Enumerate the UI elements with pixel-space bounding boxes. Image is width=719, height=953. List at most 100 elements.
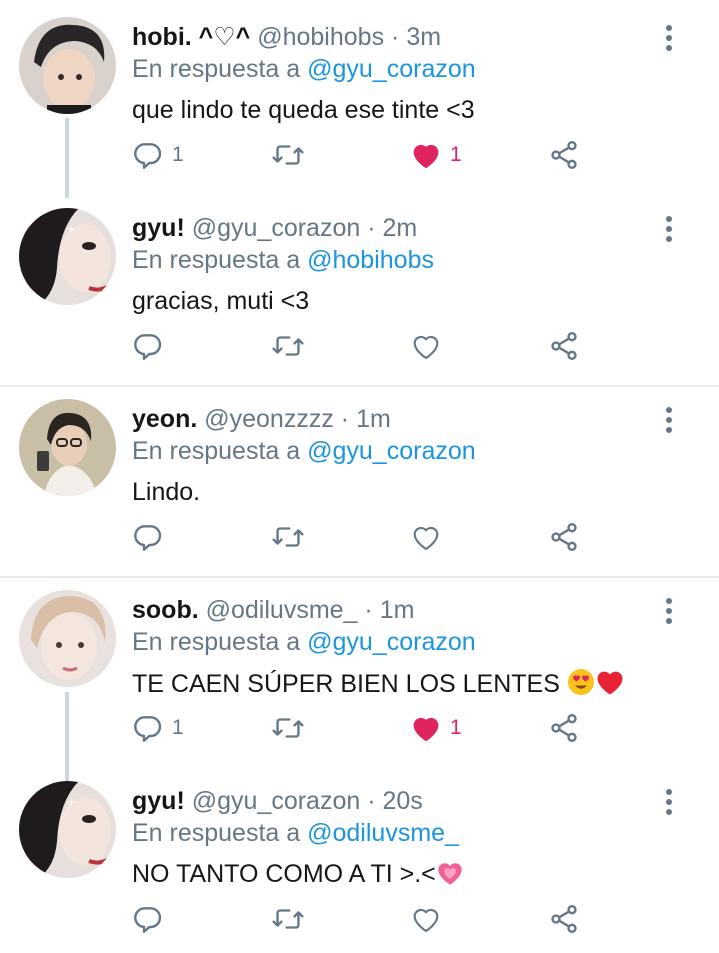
avatar[interactable] [19,590,116,687]
display-name[interactable]: hobi. ^♡^ [132,23,250,51]
like-button[interactable]: 1 [410,707,462,749]
reply-button[interactable] [132,325,172,367]
svg-text:+: + [67,224,75,235]
timestamp[interactable]: 3m [406,23,441,51]
heart-eyes-emoji [567,669,594,695]
tweet[interactable]: + gyu! @gyu_corazon · 20s En respuesta a… [0,764,719,953]
retweet-button[interactable] [271,516,305,558]
separator-dot: · [367,787,376,815]
retweet-icon [272,145,304,165]
retweet-button[interactable] [271,898,305,940]
share-button[interactable] [548,134,580,176]
reply-button[interactable]: 1 [132,134,184,176]
tweet-actions [0,516,719,558]
tweet-text-container: TE CAEN SÚPER BIEN LOS LENTES [132,668,625,699]
reply-icon [134,143,162,169]
tweet-header: gyu! @gyu_corazon · 2m [132,213,417,243]
like-count: 1 [450,143,462,166]
tweet-text: TE CAEN SÚPER BIEN LOS LENTES [132,670,560,698]
tweet-text: gracias, muti <3 [132,287,310,315]
reply-mention[interactable]: @gyu_corazon [307,437,476,465]
separator-dot: · [367,214,376,242]
share-button[interactable] [548,516,580,558]
tweet-actions [0,898,719,940]
reply-context: En respuesta a @hobihobs [132,245,434,275]
reply-button[interactable]: 1 [132,707,184,749]
retweet-button[interactable] [271,134,305,176]
tweet-text: que lindo te queda ese tinte <3 [132,96,475,124]
reply-mention[interactable]: @odiluvsme_ [307,819,459,847]
separator-dot: · [364,596,373,624]
user-handle[interactable]: @yeonzzzz [204,405,334,433]
display-name[interactable]: gyu! [132,214,185,242]
timestamp[interactable]: 1m [380,596,415,624]
tweet-text: Lindo. [132,478,201,506]
user-handle[interactable]: @odiluvsme_ [206,596,358,624]
user-handle[interactable]: @hobihobs [257,23,384,51]
red-heart-emoji [597,671,623,695]
sparkling-heart-emoji [438,863,462,885]
share-icon [551,714,577,742]
tweet-header: hobi. ^♡^ @hobihobs · 3m [132,22,441,52]
tweet-text-container: NO TANTO COMO A TI >.< [132,859,464,889]
like-button[interactable] [410,898,442,940]
like-button[interactable] [410,325,442,367]
reply-button[interactable] [132,516,172,558]
timestamp[interactable]: 1m [356,405,391,433]
heart-icon [413,717,439,742]
display-name[interactable]: yeon. [132,405,197,433]
separator-dot: · [391,23,400,51]
retweet-button[interactable] [271,707,305,749]
reply-context: En respuesta a @gyu_corazon [132,627,476,657]
tweet-actions: 1 1 [0,134,719,176]
reply-mention[interactable]: @gyu_corazon [307,55,476,83]
reply-mention[interactable]: @gyu_corazon [307,628,476,656]
avatar[interactable]: + [19,208,116,305]
reply-mention[interactable]: @hobihobs [307,246,434,274]
more-vertical-icon[interactable] [660,213,678,243]
display-name[interactable]: gyu! [132,787,185,815]
share-icon [551,332,577,360]
avatar[interactable] [19,399,116,496]
reply-context: En respuesta a @gyu_corazon [132,54,476,84]
heart-icon [413,144,439,169]
reply-button[interactable] [132,898,172,940]
reply-count: 1 [172,143,184,166]
user-handle[interactable]: @gyu_corazon [192,214,361,242]
like-button[interactable]: 1 [410,134,462,176]
share-button[interactable] [548,325,580,367]
timestamp[interactable]: 2m [383,214,418,242]
share-button[interactable] [548,707,580,749]
avatar[interactable]: + [19,781,116,878]
more-vertical-icon[interactable] [660,786,678,816]
share-icon [551,523,577,551]
reply-icon [134,907,162,933]
reply-prefix: En respuesta a [132,246,301,274]
reply-icon [134,525,162,551]
tweet-header: yeon. @yeonzzzz · 1m [132,404,391,434]
more-vertical-icon[interactable] [660,404,678,434]
retweet-button[interactable] [271,325,305,367]
retweet-icon [272,527,304,547]
display-name[interactable]: soob. [132,596,199,624]
tweet[interactable]: yeon. @yeonzzzz · 1m En respuesta a @gyu… [0,382,719,577]
tweet[interactable]: hobi. ^♡^ @hobihobs · 3m En respuesta a … [0,0,719,195]
svg-text:+: + [67,797,75,808]
tweet-actions [0,325,719,367]
more-vertical-icon[interactable] [660,595,678,625]
heart-icon [413,335,439,360]
reply-prefix: En respuesta a [132,437,301,465]
tweet[interactable]: + gyu! @gyu_corazon · 2m En respuesta a … [0,191,719,386]
timestamp[interactable]: 20s [383,787,423,815]
tweet-header: soob. @odiluvsme_ · 1m [132,595,414,625]
tweet-actions: 1 1 [0,707,719,749]
user-handle[interactable]: @gyu_corazon [192,787,361,815]
reply-context: En respuesta a @odiluvsme_ [132,818,459,848]
tweet[interactable]: soob. @odiluvsme_ · 1m En respuesta a @g… [0,573,719,768]
share-button[interactable] [548,898,580,940]
more-vertical-icon[interactable] [660,22,678,52]
reply-icon [134,716,162,742]
retweet-icon [272,718,304,738]
avatar[interactable] [19,17,116,114]
like-button[interactable] [410,516,442,558]
